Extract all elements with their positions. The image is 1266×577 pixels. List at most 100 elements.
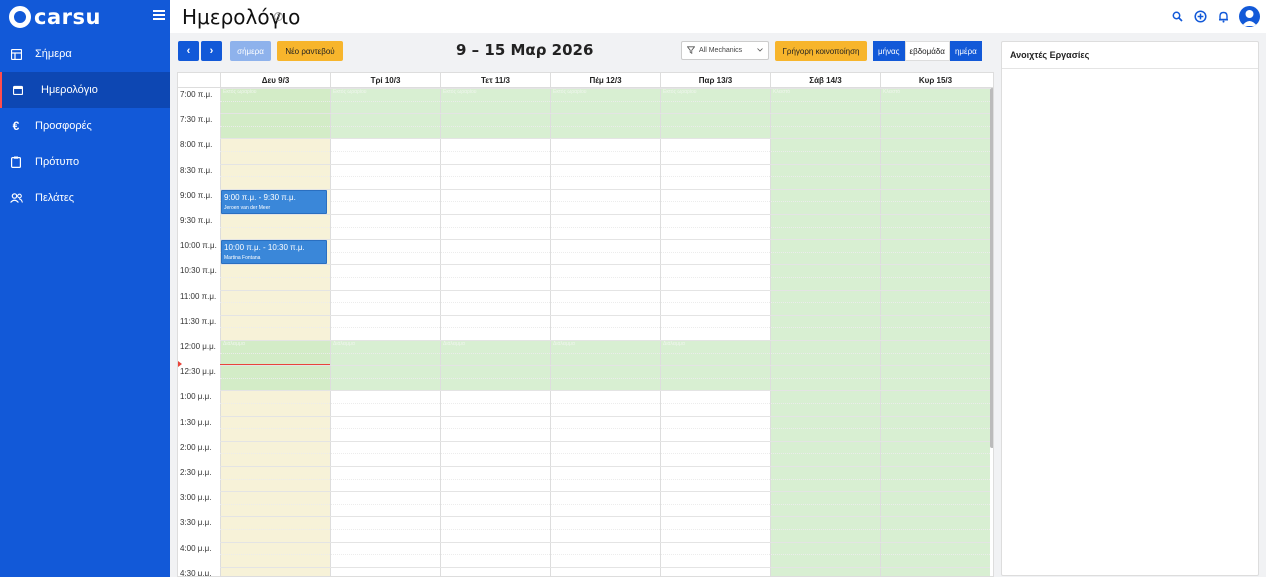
day-header[interactable]: Σάβ 14/3 — [770, 73, 880, 88]
mechanics-filter-label: All Mechanics — [699, 47, 743, 54]
hour-line — [220, 314, 990, 316]
time-label: 12:30 μ.μ. — [180, 367, 216, 377]
event-customer: Martina Fontana — [224, 255, 261, 262]
sidebar-item-offers[interactable]: € Προσφορές — [0, 108, 170, 144]
hour-line — [220, 214, 990, 215]
hour-line — [220, 289, 990, 291]
new-appointment-button[interactable]: Νέο ραντεβού — [277, 41, 343, 61]
appointment-event[interactable]: 10:00 π.μ. - 10:30 π.μ. Martina Fontana — [221, 240, 327, 265]
day-header[interactable]: Παρ 13/3 — [660, 73, 770, 88]
open-tasks-panel: Ανοιχτές Εργασίες — [1001, 41, 1259, 576]
hour-line — [220, 516, 990, 518]
time-label: 11:30 π.μ. — [180, 316, 217, 326]
closed-label: Διάλειμμα — [553, 341, 575, 347]
time-label: 1:30 μ.μ. — [180, 417, 212, 427]
bell-icon[interactable] — [1216, 9, 1231, 24]
time-label: 12:00 μ.μ. — [180, 342, 216, 351]
users-icon — [9, 191, 23, 205]
filter-icon — [686, 45, 696, 56]
view-day-button[interactable]: ημέρα — [949, 41, 982, 61]
hour-line — [220, 390, 990, 392]
closed-label: Εκτός ωραρίου — [663, 89, 697, 95]
half-hour-line — [220, 176, 990, 178]
sidebar-item-today[interactable]: Σήμερα — [0, 36, 170, 72]
sidebar-item-calendar[interactable]: Ημερολόγιο — [0, 72, 170, 108]
search-icon[interactable] — [1170, 9, 1185, 24]
next-week-button[interactable]: › — [201, 41, 222, 61]
half-hour-line — [220, 478, 990, 480]
day-header[interactable]: Τρί 10/3 — [330, 73, 440, 88]
sidebar-item-customers[interactable]: Πελάτες — [0, 180, 170, 216]
time-label: 1:00 μ.μ. — [180, 392, 212, 402]
current-time-line — [220, 364, 330, 366]
event-time: 9:00 π.μ. - 9:30 π.μ. — [224, 192, 296, 202]
half-hour-line — [220, 403, 990, 404]
time-label: 3:00 μ.μ. — [180, 493, 212, 503]
time-label: 7:30 π.μ. — [180, 115, 213, 125]
time-label: 9:30 π.μ. — [180, 216, 213, 225]
sidebar-item-label: Σήμερα — [35, 48, 72, 60]
closed-label: Διάλειμμα — [333, 341, 355, 347]
closed-label: Εκτός ωραρίου — [443, 89, 477, 95]
time-label: 3:30 μ.μ. — [180, 518, 212, 528]
sidebar-item-templates[interactable]: Πρότυπο — [0, 144, 170, 180]
help-icon[interactable]: ? — [274, 12, 283, 21]
time-label: 2:30 μ.μ. — [180, 468, 212, 477]
hour-line — [220, 541, 990, 543]
closed-label: Διάλειμμα — [443, 341, 465, 347]
menu-toggle-icon[interactable] — [153, 10, 165, 20]
half-hour-line — [220, 529, 990, 530]
add-circle-icon[interactable] — [1193, 9, 1208, 24]
time-label: 9:00 π.μ. — [180, 190, 213, 200]
half-hour-line — [220, 277, 990, 278]
half-hour-line — [220, 125, 990, 127]
half-hour-line — [220, 554, 990, 556]
calendar-icon — [11, 83, 25, 97]
hour-line — [220, 415, 990, 417]
time-label: 2:00 μ.μ. — [180, 442, 212, 452]
sidebar-item-label: Προσφορές — [35, 120, 92, 132]
hour-line — [220, 440, 990, 442]
hour-line — [220, 466, 990, 467]
view-month-button[interactable]: μήνας — [873, 41, 905, 61]
half-hour-line — [220, 302, 990, 304]
hour-line — [220, 365, 990, 367]
calendar-scrollbar[interactable] — [990, 88, 993, 448]
mechanics-filter[interactable]: All Mechanics — [681, 41, 769, 60]
prev-week-button[interactable]: ‹ — [178, 41, 199, 61]
half-hour-line — [220, 226, 990, 228]
event-customer: Jeroen van der Meer — [224, 204, 271, 211]
hour-line — [220, 491, 990, 493]
half-hour-line — [220, 428, 990, 430]
closed-label: Εκτός ωραρίου — [553, 89, 587, 95]
hour-line — [220, 340, 990, 341]
hour-line — [220, 264, 990, 266]
logo-text: carsu — [34, 5, 101, 29]
sidebar-nav: Σήμερα Ημερολόγιο € Προσφορές Πρότυπο Πε… — [0, 36, 170, 216]
hour-line — [220, 113, 990, 115]
logo-mark — [9, 6, 31, 28]
date-range-title: 9 – 15 Μαρ 2026 — [456, 41, 594, 59]
quick-notify-button[interactable]: Γρήγορη κοινοποίηση — [775, 41, 867, 61]
clipboard-icon — [9, 155, 23, 169]
week-calendar: Δευ 9/3 Τρί 10/3 Τετ 11/3 Πέμ 12/3 Παρ 13/3 Σ… — [177, 72, 994, 577]
hour-line — [220, 88, 990, 89]
event-time: 10:00 π.μ. - 10:30 π.μ. — [224, 243, 305, 253]
hour-line — [220, 566, 990, 568]
day-header[interactable]: Δευ 9/3 — [220, 73, 330, 88]
day-header[interactable]: Κυρ 15/3 — [880, 73, 990, 88]
today-button[interactable]: σήμερα — [230, 41, 271, 61]
view-week-button[interactable]: εβδομάδα — [904, 41, 950, 61]
sidebar-item-label: Ημερολόγιο — [41, 84, 98, 96]
time-label: 8:30 π.μ. — [180, 165, 213, 175]
logo[interactable]: carsu — [9, 5, 101, 29]
time-label: 8:00 π.μ. — [180, 140, 213, 150]
half-hour-line — [220, 503, 990, 505]
avatar-icon[interactable] — [1239, 6, 1260, 27]
day-header[interactable]: Πέμ 12/3 — [550, 73, 660, 88]
day-header[interactable]: Τετ 11/3 — [440, 73, 550, 88]
time-label: 4:30 μ.μ. — [180, 568, 212, 577]
dashboard-icon — [9, 47, 23, 61]
appointment-event[interactable]: 9:00 π.μ. - 9:30 π.μ. Jeroen van der Meer — [221, 189, 327, 214]
current-time-marker — [178, 361, 182, 368]
